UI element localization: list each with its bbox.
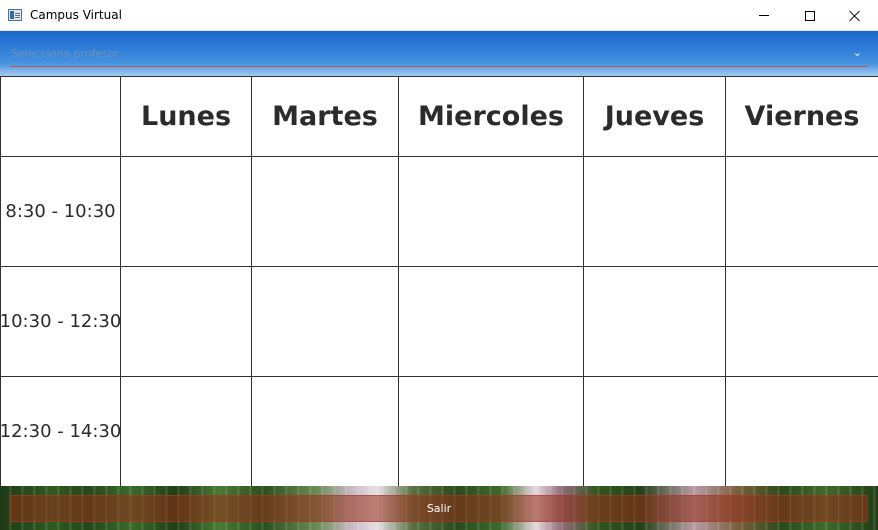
day-header-miercoles: Miercoles — [399, 77, 584, 157]
day-header-lunes: Lunes — [121, 77, 252, 157]
schedule-cell — [726, 377, 878, 487]
schedule-cell — [121, 157, 252, 267]
minimize-icon — [759, 15, 769, 16]
schedule-cell — [252, 157, 399, 267]
schedule-cell — [584, 157, 726, 267]
schedule-cell — [399, 377, 584, 487]
schedule-grid: Lunes Martes Miercoles Jueves Viernes 8:… — [0, 76, 878, 487]
schedule-cell — [121, 267, 252, 377]
schedule-cell — [726, 267, 878, 377]
title-bar: Campus Virtual — [0, 0, 878, 31]
maximize-icon — [805, 10, 815, 21]
schedule-cell — [584, 267, 726, 377]
time-slot-label: 12:30 - 14:30 — [0, 377, 121, 487]
grid-corner — [1, 77, 121, 157]
water-footer: Salir — [0, 486, 878, 530]
schedule-cell — [584, 377, 726, 487]
exit-button[interactable]: Salir — [10, 495, 868, 522]
day-header-viernes: Viernes — [726, 77, 878, 157]
schedule-cell — [399, 267, 584, 377]
window-title: Campus Virtual — [30, 8, 122, 22]
schedule-cell — [121, 377, 252, 487]
day-header-jueves: Jueves — [584, 77, 726, 157]
schedule-cell — [252, 267, 399, 377]
minimize-button[interactable] — [741, 0, 787, 31]
app-window-icon — [8, 9, 22, 21]
chevron-down-icon[interactable]: ⌄ — [853, 46, 862, 59]
teacher-selector[interactable]: Selecciona profesor ⌄ — [10, 43, 868, 67]
schedule-cell — [726, 157, 878, 267]
schedule-cell — [399, 157, 584, 267]
teacher-selector-placeholder: Selecciona profesor — [11, 47, 120, 60]
schedule-cell — [252, 377, 399, 487]
time-slot-label: 10:30 - 12:30 — [0, 267, 121, 377]
day-header-martes: Martes — [252, 77, 399, 157]
close-icon — [849, 10, 861, 22]
time-slot-label: 8:30 - 10:30 — [1, 157, 121, 267]
close-button[interactable] — [832, 0, 878, 31]
maximize-button[interactable] — [787, 0, 833, 31]
sky-header: Selecciona profesor ⌄ — [0, 31, 878, 77]
